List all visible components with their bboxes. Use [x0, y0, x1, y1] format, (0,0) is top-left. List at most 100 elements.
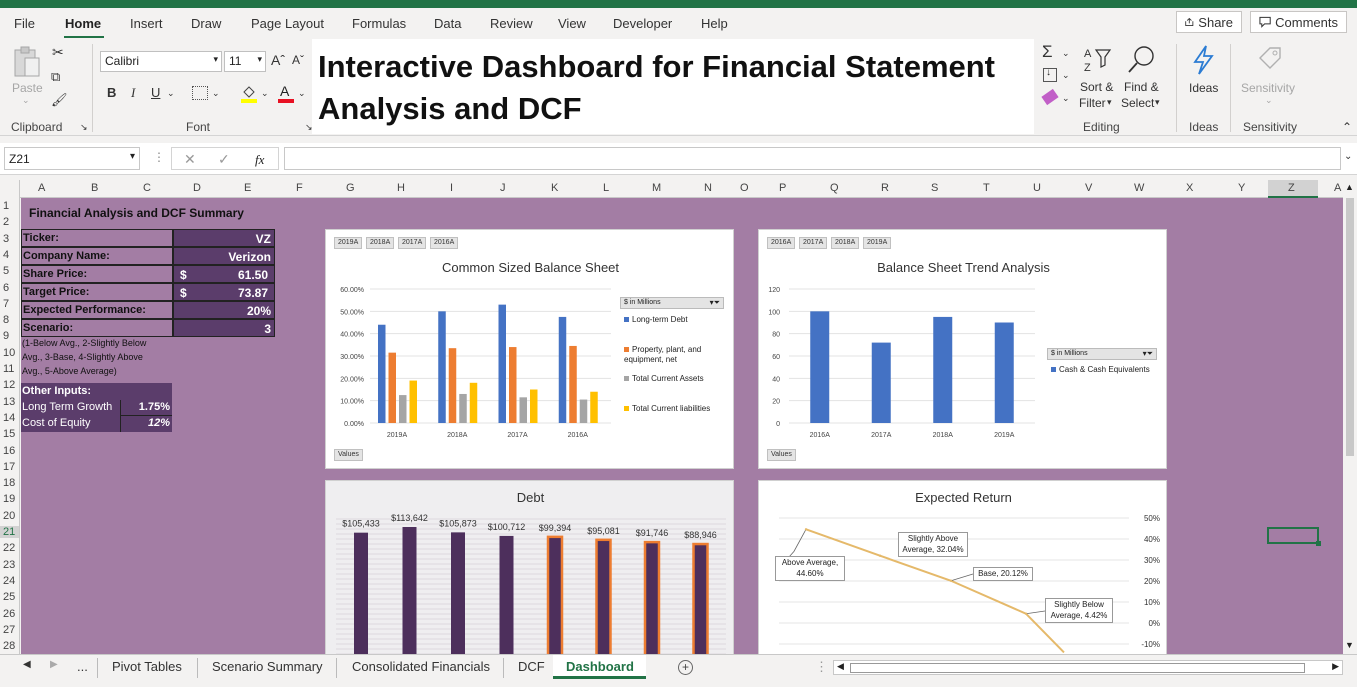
copy-icon[interactable]: ⧉	[51, 69, 60, 85]
summary-heading[interactable]: Financial Analysis and DCF Summary	[29, 206, 244, 220]
row-header[interactable]: 2	[0, 216, 19, 228]
column-header[interactable]: P	[779, 182, 786, 194]
horizontal-scrollbar[interactable]: ◀ ▶	[833, 660, 1343, 675]
shrink-font-button[interactable]: Aˇ	[292, 53, 304, 67]
clear-dropdown-icon[interactable]: ⌄	[1062, 93, 1070, 104]
column-header[interactable]: T	[983, 182, 990, 194]
column-header[interactable]: A	[38, 182, 45, 194]
values-chip[interactable]: Values	[334, 449, 363, 461]
column-header[interactable]: U	[1033, 182, 1041, 194]
tab-help[interactable]: Help	[701, 16, 728, 31]
fill-color-button[interactable]	[240, 84, 258, 104]
sort-filter-dropdown-icon[interactable]: ▾	[1107, 97, 1112, 108]
expected-performance-value-cell[interactable]: 20%	[173, 301, 275, 319]
scroll-right-icon[interactable]: ▶	[1332, 661, 1339, 672]
column-header[interactable]: Z	[1288, 182, 1295, 194]
column-header[interactable]: N	[704, 182, 712, 194]
formula-input[interactable]	[284, 147, 1341, 170]
fill-dropdown-icon[interactable]: ⌄	[1062, 70, 1070, 81]
fill-color-dropdown-icon[interactable]: ⌄	[261, 88, 269, 99]
format-painter-icon[interactable]: 🖌	[51, 92, 68, 108]
row-header[interactable]: 10	[0, 347, 19, 359]
row-header[interactable]: 4	[0, 249, 19, 261]
borders-icon[interactable]	[192, 86, 208, 100]
ticker-label[interactable]: Ticker:	[21, 229, 173, 247]
share-price-value-cell[interactable]: $ 61.50	[173, 265, 275, 283]
tab-insert[interactable]: Insert	[130, 16, 163, 31]
fill-handle[interactable]	[1316, 541, 1321, 546]
row-header[interactable]: 18	[0, 477, 19, 489]
row-header[interactable]: 12	[0, 379, 19, 391]
collapse-ribbon-icon[interactable]: ⌃	[1342, 120, 1352, 134]
column-header[interactable]: J	[500, 182, 506, 194]
target-price-value-cell[interactable]: $ 73.87	[173, 283, 275, 301]
values-chip[interactable]: Values	[767, 449, 796, 461]
select-all-corner[interactable]	[0, 180, 20, 198]
grow-font-button[interactable]: Aˆ	[271, 52, 285, 68]
enter-check-icon[interactable]: ✓	[218, 151, 230, 168]
underline-button[interactable]: U	[151, 85, 160, 100]
tab-resize-handle-icon[interactable]: ⋮	[815, 659, 828, 675]
autosum-dropdown-icon[interactable]: ⌄	[1062, 48, 1070, 59]
legend-filter-button[interactable]: $ in Millions ▾⏷	[1047, 348, 1157, 360]
column-header[interactable]: R	[881, 182, 889, 194]
column-header[interactable]: O	[740, 182, 749, 194]
column-header[interactable]: B	[91, 182, 98, 194]
column-header[interactable]: H	[397, 182, 405, 194]
column-header[interactable]: V	[1085, 182, 1092, 194]
font-name-select[interactable]: Calibri ▾	[100, 51, 222, 72]
paste-button[interactable]	[12, 46, 42, 82]
selected-cell-z21[interactable]	[1267, 527, 1319, 544]
sheet-tab-consolidated-financials[interactable]: Consolidated Financials	[352, 659, 490, 674]
column-header[interactable]: D	[193, 182, 201, 194]
row-header[interactable]: 8	[0, 314, 19, 326]
scroll-down-icon[interactable]: ▼	[1345, 640, 1354, 650]
row-header[interactable]: 19	[0, 493, 19, 505]
tab-draw[interactable]: Draw	[191, 16, 221, 31]
column-header[interactable]: Y	[1238, 182, 1245, 194]
ticker-value-cell[interactable]: VZ	[173, 229, 275, 247]
tab-developer[interactable]: Developer	[613, 16, 672, 31]
font-color-dropdown-icon[interactable]: ⌄	[298, 88, 306, 99]
fill-down-icon[interactable]: ↓	[1043, 67, 1057, 82]
next-sheet-icon[interactable]: ▶	[50, 659, 58, 670]
clear-eraser-icon[interactable]	[1041, 88, 1059, 106]
column-header[interactable]: G	[346, 182, 355, 194]
tab-data[interactable]: Data	[434, 16, 461, 31]
row-header[interactable]: 25	[0, 591, 19, 603]
row-header[interactable]: 23	[0, 559, 19, 571]
column-header[interactable]: M	[652, 182, 661, 194]
underline-dropdown-icon[interactable]: ⌄	[167, 88, 175, 99]
sensitivity-button[interactable]	[1256, 44, 1286, 76]
ltg-value-cell[interactable]: 1.75%	[120, 400, 172, 416]
balance-sheet-trend-chart[interactable]: 2016A 2017A 2018A 2019A Balance Sheet Tr…	[758, 229, 1167, 469]
row-header[interactable]: 9	[0, 330, 19, 342]
column-header[interactable]: E	[244, 182, 251, 194]
row-header[interactable]: 3	[0, 233, 19, 245]
scenario-value-cell[interactable]: 3	[173, 319, 275, 337]
debt-chart[interactable]: Debt $105,433 $113,642 $105,873 $100,712 $99…	[325, 480, 734, 654]
row-header[interactable]: 11	[0, 363, 19, 375]
share-price-label[interactable]: Share Price:	[21, 265, 173, 283]
tab-view[interactable]: View	[558, 16, 586, 31]
scroll-left-icon[interactable]: ◀	[837, 661, 844, 672]
company-label[interactable]: Company Name:	[21, 247, 173, 265]
clipboard-launcher-icon[interactable]: ↘	[80, 122, 88, 133]
row-header[interactable]: 17	[0, 461, 19, 473]
row-header[interactable]: 13	[0, 396, 19, 408]
expected-return-chart[interactable]: Expected Return -10% 0% 10% 20% 30% 40% 50% Ab…	[758, 480, 1167, 654]
row-header[interactable]: 28	[0, 640, 19, 652]
column-header[interactable]: K	[551, 182, 558, 194]
font-color-button[interactable]: A	[277, 83, 295, 103]
bold-button[interactable]: B	[107, 85, 116, 100]
more-sheets-button[interactable]: ...	[77, 659, 88, 674]
row-header[interactable]: 7	[0, 298, 19, 310]
column-header[interactable]: I	[450, 182, 453, 194]
cut-icon[interactable]: ✂	[52, 44, 64, 61]
column-header[interactable]: A	[1334, 182, 1341, 194]
tab-page-layout[interactable]: Page Layout	[251, 16, 324, 31]
name-box[interactable]: Z21 ▾	[4, 147, 140, 170]
vertical-scrollbar[interactable]: ▲ ▼	[1343, 180, 1357, 654]
borders-dropdown-icon[interactable]: ⌄	[212, 88, 220, 99]
sort-filter-button[interactable]: A Z	[1080, 44, 1116, 80]
